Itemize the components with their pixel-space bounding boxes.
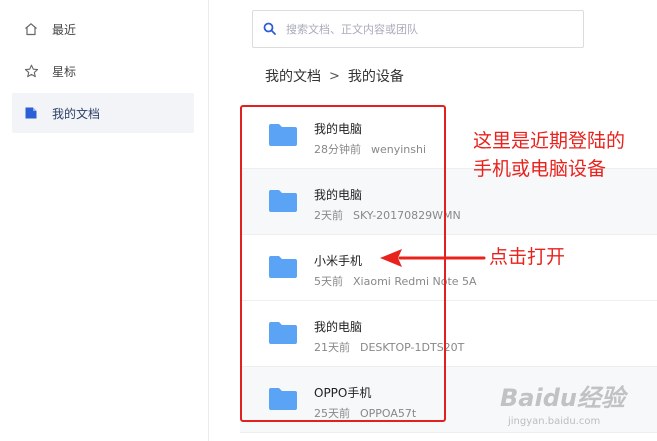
device-time: 5天前 [314,275,343,288]
breadcrumb: 我的文档 > 我的设备 [265,66,404,86]
annotation-line-2: 手机或电脑设备 [473,158,607,180]
device-meta: 2天前 SKY-20170829WMN [314,207,461,223]
annotation-line-1: 这里是近期登陆的 [473,130,626,152]
sidebar-item-label: 星标 [52,64,77,79]
device-name: 我的电脑 [314,188,363,202]
sidebar-item-label: 我的文档 [52,106,101,121]
annotation-click-hint: 点击打开 [489,246,566,268]
search-icon [263,20,276,39]
home-icon [23,21,39,37]
device-name: OPPO手机 [314,386,372,400]
device-row[interactable]: 我的电脑 21天前 DESKTOP-1DTS20T [240,301,657,367]
device-id: DESKTOP-1DTS20T [360,341,465,354]
device-meta: 21天前 DESKTOP-1DTS20T [314,339,464,355]
breadcrumb-current: 我的设备 [347,69,404,85]
folder-icon [268,387,298,411]
folder-icon [268,321,298,345]
device-meta: 28分钟前 wenyinshi [314,141,426,157]
watermark-url: jingyan.baidu.com [508,416,601,427]
sidebar-item-starred[interactable]: 星标 [12,51,194,91]
search-bar[interactable] [252,10,584,48]
device-id: wenyinshi [371,143,427,156]
annotation-arrow [380,249,486,267]
device-id: OPPOA57t [360,407,417,420]
folder-icon [268,255,298,279]
search-input[interactable] [286,22,566,36]
device-id: SKY-20170829WMN [353,209,461,222]
watermark: Baidu经验 jingyan.baidu.com [500,378,650,434]
watermark-brand: Baidu经验 [500,384,625,412]
sidebar-item-my-documents[interactable]: 我的文档 [12,93,194,133]
device-time: 28分钟前 [314,143,361,156]
device-time: 25天前 [314,407,350,420]
device-id: Xiaomi Redmi Note 5A [353,275,477,288]
device-meta: 5天前 Xiaomi Redmi Note 5A [314,273,477,289]
star-icon [23,63,39,79]
sidebar: 最近 星标 我的文档 [0,0,209,441]
folder-icon [268,189,298,213]
device-name: 我的电脑 [314,320,363,334]
sidebar-item-label: 最近 [52,22,77,37]
breadcrumb-separator: > [329,68,340,84]
device-name: 小米手机 [314,254,363,268]
device-name: 我的电脑 [314,122,363,136]
folder-icon [268,123,298,147]
sidebar-item-recent[interactable]: 最近 [12,9,194,49]
device-meta: 25天前 OPPOA57t [314,405,416,421]
breadcrumb-my-documents[interactable]: 我的文档 [265,66,321,86]
document-icon [23,105,39,121]
main-content: 我的文档 > 我的设备 我的电脑 28分钟前 wenyinshi 我的电脑 2天前… [210,0,657,441]
device-time: 21天前 [314,341,350,354]
device-time: 2天前 [314,209,343,222]
